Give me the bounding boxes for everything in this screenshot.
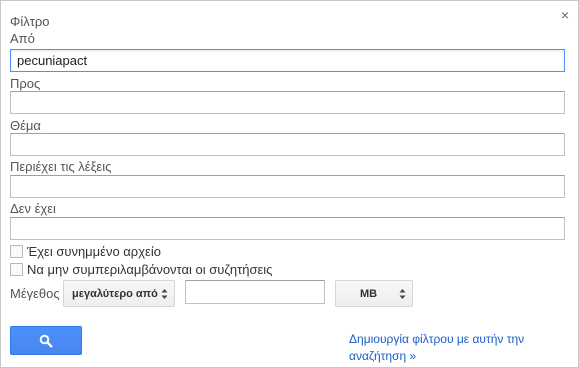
has-attachment-checkbox[interactable] — [10, 245, 23, 258]
select-arrows-icon — [399, 289, 406, 299]
close-icon[interactable]: × — [558, 7, 572, 23]
has-words-input[interactable] — [10, 175, 565, 198]
to-input[interactable] — [10, 91, 565, 114]
create-filter-link[interactable]: Δημιουργία φίλτρου με αυτήν την αναζήτησ… — [349, 331, 524, 365]
filter-dialog: Φίλτρο × Από Προς Θέμα Περιέχει τις λέξε… — [0, 0, 579, 368]
size-unit-value: MB — [360, 287, 378, 300]
subject-label: Θέμα — [10, 118, 41, 133]
doesnt-have-label: Δεν έχει — [10, 201, 56, 216]
has-attachment-label: Έχει συνημμένο αρχείο — [27, 244, 161, 259]
dialog-title: Φίλτρο — [10, 14, 50, 29]
no-chats-label: Να μην συμπεριλαμβάνονται οι συζητήσεις — [27, 262, 273, 277]
search-button[interactable] — [10, 326, 82, 355]
has-words-label: Περιέχει τις λέξεις — [10, 159, 112, 174]
size-unit-select[interactable]: MB — [335, 280, 413, 307]
select-arrows-icon — [161, 289, 168, 299]
create-filter-link-line2: αναζήτηση » — [349, 349, 417, 363]
search-icon — [39, 334, 53, 348]
subject-input[interactable] — [10, 133, 565, 156]
from-label: Από — [10, 31, 35, 46]
size-comparator-select[interactable]: μεγαλύτερο από — [63, 280, 175, 307]
size-comparator-value: μεγαλύτερο από — [72, 287, 158, 300]
size-value-input[interactable] — [185, 280, 325, 304]
from-input[interactable] — [10, 49, 565, 72]
doesnt-have-input[interactable] — [10, 217, 565, 240]
create-filter-link-line1: Δημιουργία φίλτρου με αυτήν την — [349, 332, 525, 346]
to-label: Προς — [10, 76, 41, 91]
no-chats-checkbox[interactable] — [10, 263, 23, 276]
size-label: Μέγεθος — [10, 286, 60, 301]
